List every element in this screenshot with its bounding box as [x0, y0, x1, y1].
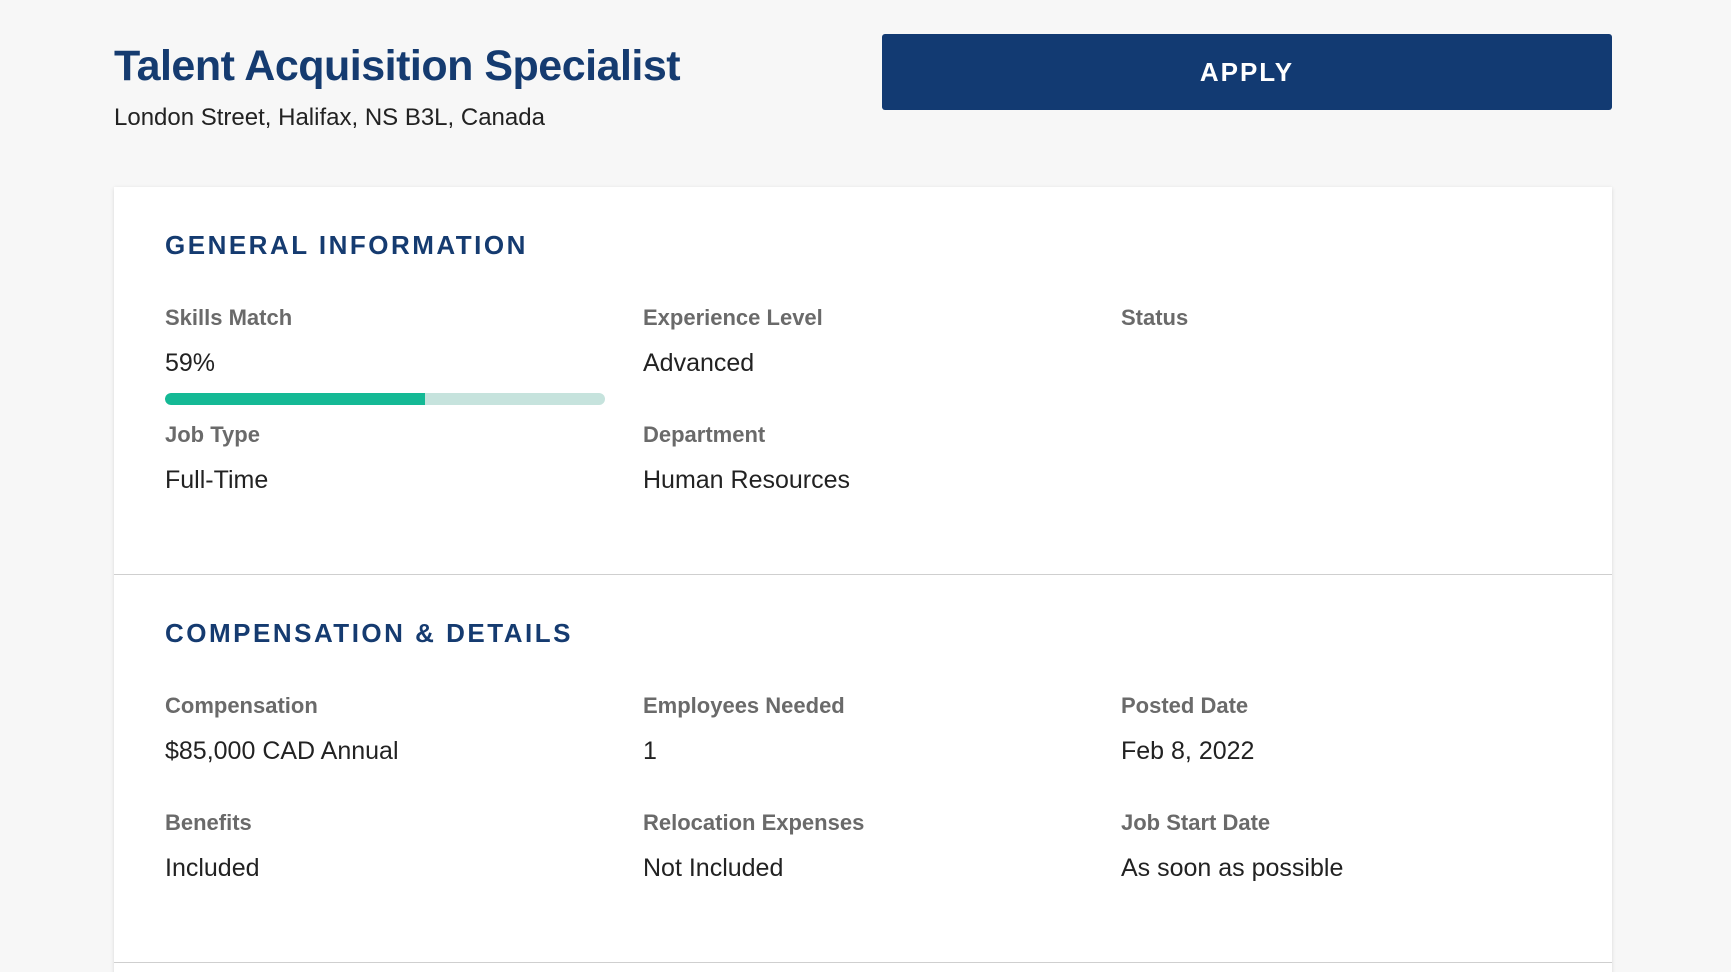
field-label: Benefits — [165, 810, 252, 835]
posted-date-field: Posted Date Feb 8, 2022 — [1121, 693, 1561, 766]
relocation-expenses-field: Relocation Expenses Not Included — [643, 810, 1083, 883]
section-title-general: GENERAL INFORMATION — [165, 230, 528, 260]
skills-match-progress-bar — [165, 393, 605, 405]
skills-match-field: Skills Match 59% — [165, 305, 605, 405]
field-label: Employees Needed — [643, 693, 845, 718]
benefits-field: Benefits Included — [165, 810, 605, 883]
field-label: Status — [1121, 305, 1189, 330]
posted-date-value: Feb 8, 2022 — [1121, 737, 1255, 765]
field-label: Posted Date — [1121, 693, 1249, 718]
job-type-field: Job Type Full-Time — [165, 422, 605, 495]
compensation-value: $85,000 CAD Annual — [165, 737, 399, 765]
experience-level-value: Advanced — [643, 349, 755, 377]
field-label: Experience Level — [643, 305, 823, 330]
job-header: Talent Acquisition Specialist London Str… — [114, 34, 1612, 144]
job-start-date-field: Job Start Date As soon as possible — [1121, 810, 1561, 883]
field-label: Job Start Date — [1121, 810, 1271, 835]
compensation-field: Compensation $85,000 CAD Annual — [165, 693, 605, 766]
field-label: Compensation — [165, 693, 318, 718]
apply-button[interactable]: APPLY — [882, 34, 1612, 110]
job-details-card: GENERAL INFORMATION Skills Match 59% Exp… — [114, 187, 1612, 972]
skills-match-progress-fill — [165, 393, 425, 405]
relocation-expenses-value: Not Included — [643, 854, 784, 882]
field-label: Job Type — [165, 422, 260, 447]
employees-needed-field: Employees Needed 1 — [643, 693, 1083, 766]
status-value — [1121, 349, 1561, 378]
department-value: Human Resources — [643, 466, 851, 494]
field-label: Department — [643, 422, 766, 447]
section-title-compensation: COMPENSATION & DETAILS — [165, 618, 573, 648]
status-field: Status — [1121, 305, 1561, 378]
experience-level-field: Experience Level Advanced — [643, 305, 1083, 378]
general-information-section: GENERAL INFORMATION Skills Match 59% Exp… — [114, 187, 1612, 575]
employees-needed-value: 1 — [643, 737, 657, 765]
compensation-details-section: COMPENSATION & DETAILS Compensation $85,… — [114, 575, 1612, 963]
job-start-date-value: As soon as possible — [1121, 854, 1344, 882]
skills-match-value: 59% — [165, 349, 216, 377]
field-label: Relocation Expenses — [643, 810, 865, 835]
benefits-value: Included — [165, 854, 260, 882]
job-type-value: Full-Time — [165, 466, 269, 494]
job-location: London Street, Halifax, NS B3L, Canada — [114, 104, 545, 131]
field-label: Skills Match — [165, 305, 293, 330]
department-field: Department Human Resources — [643, 422, 1083, 495]
job-title: Talent Acquisition Specialist — [114, 42, 681, 90]
